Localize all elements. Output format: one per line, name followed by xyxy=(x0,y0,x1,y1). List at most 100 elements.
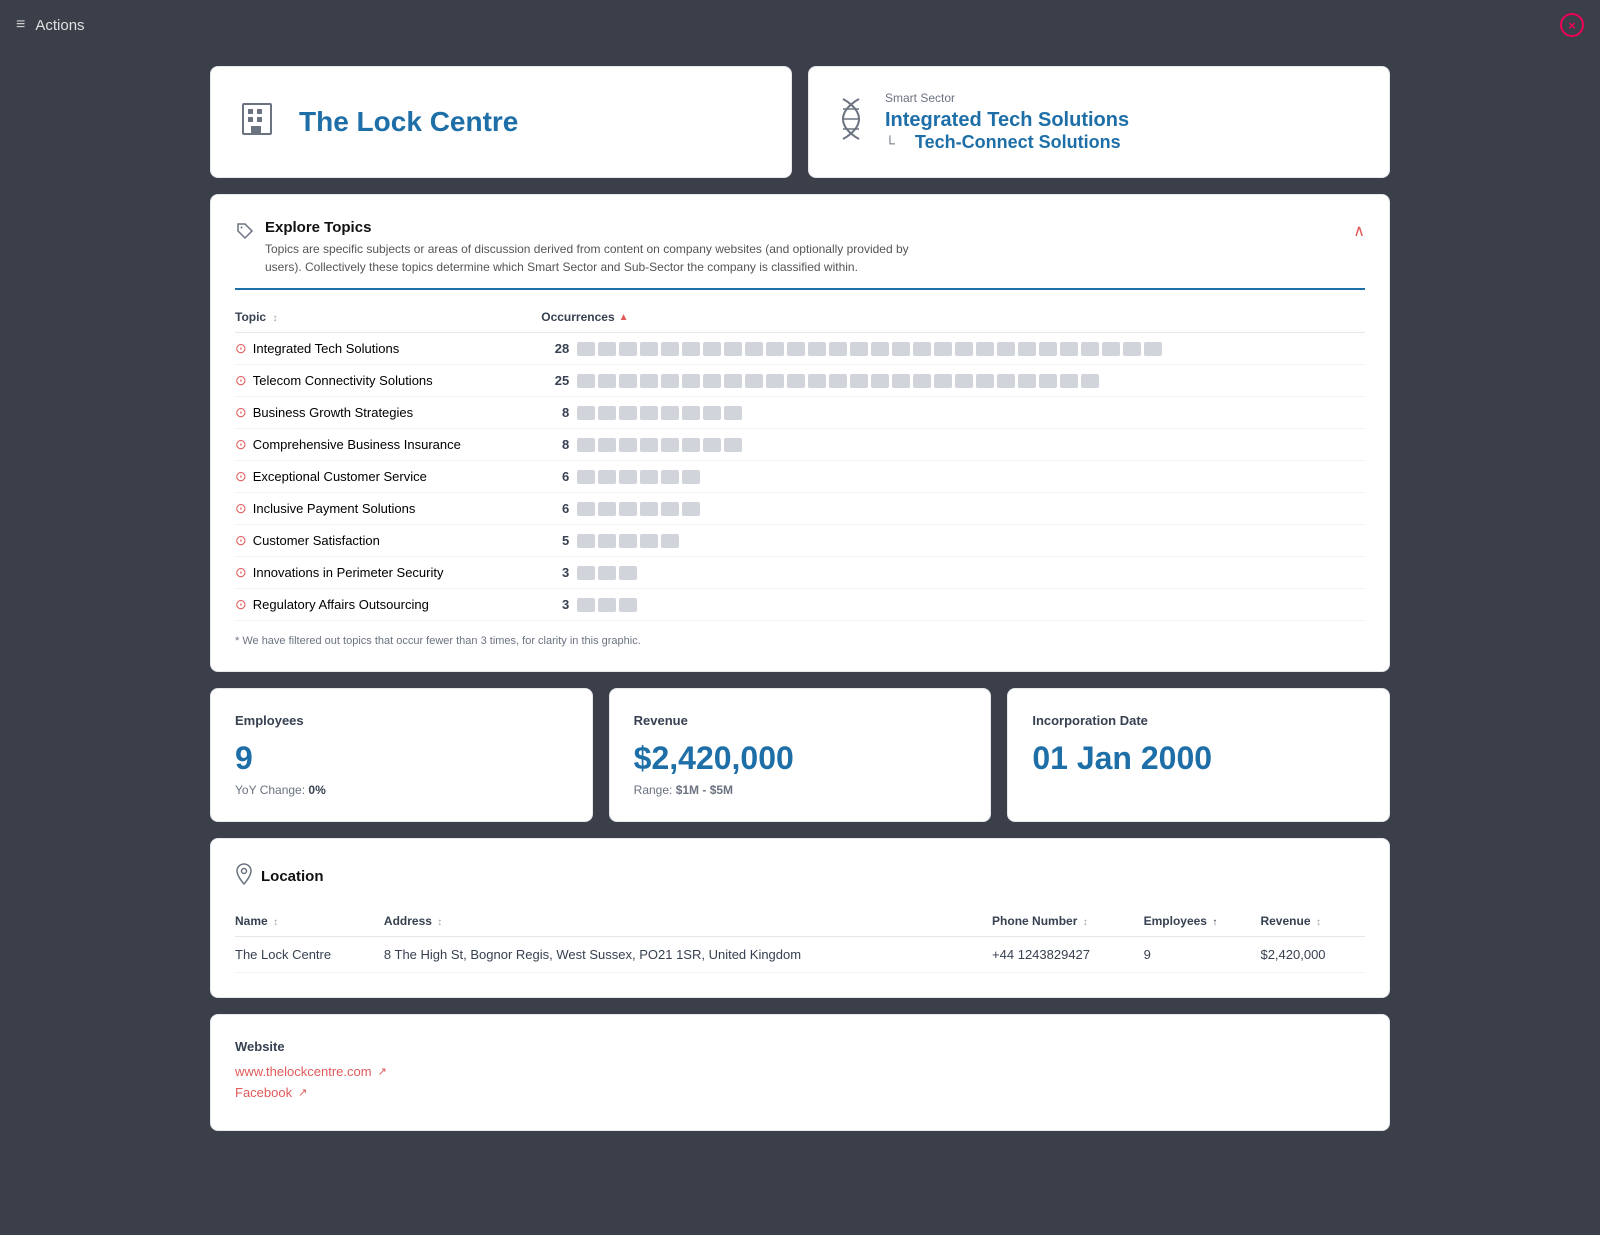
occ-number: 8 xyxy=(541,405,569,420)
bar-segment xyxy=(871,342,889,356)
bar-segment xyxy=(892,374,910,388)
bar-segment xyxy=(577,342,595,356)
table-row: ⊙ Regulatory Affairs Outsourcing 3 xyxy=(235,589,1365,621)
bar-segment xyxy=(598,342,616,356)
table-row: ⊙ Exceptional Customer Service 6 xyxy=(235,461,1365,493)
occurrences-col-header[interactable]: Occurrences ▲ xyxy=(541,302,1365,333)
bar-segment xyxy=(850,374,868,388)
header-row: The Lock Centre Smart Sector Integrated … xyxy=(210,66,1390,178)
website-links: www.thelockcentre.com ↗ Facebook ↗ xyxy=(235,1064,1365,1100)
table-row: ⊙ Telecom Connectivity Solutions 25 xyxy=(235,365,1365,397)
bar-segment xyxy=(1123,342,1141,356)
bar-segment xyxy=(598,566,616,580)
dna-icon xyxy=(833,95,869,152)
bar-segment xyxy=(787,342,805,356)
company-name: The Lock Centre xyxy=(299,106,518,138)
bar-segment xyxy=(997,342,1015,356)
occ-cell: 28 xyxy=(541,341,1357,356)
smart-sector-label: Smart Sector xyxy=(885,91,1129,105)
website-link[interactable]: Facebook ↗ xyxy=(235,1085,1365,1100)
building-icon xyxy=(235,96,279,149)
bar-container xyxy=(577,534,679,548)
bar-segment xyxy=(619,342,637,356)
employees-label: Employees xyxy=(235,713,568,728)
bar-segment xyxy=(934,342,952,356)
actions-label: Actions xyxy=(35,17,84,34)
bar-segment xyxy=(997,374,1015,388)
bar-segment xyxy=(661,406,679,420)
occ-number: 3 xyxy=(541,597,569,612)
bar-segment xyxy=(829,374,847,388)
location-table: Name ↕ Address ↕ Phone Number ↕ Employee… xyxy=(235,906,1365,973)
bar-segment xyxy=(598,438,616,452)
bar-segment xyxy=(871,374,889,388)
bar-segment xyxy=(955,342,973,356)
bar-segment xyxy=(1018,374,1036,388)
topic-row-icon: ⊙ xyxy=(235,404,247,421)
loc-col-revenue[interactable]: Revenue ↕ xyxy=(1260,906,1365,937)
bar-segment xyxy=(619,438,637,452)
topics-header: Explore Topics Topics are specific subje… xyxy=(235,219,1365,276)
topic-row-icon: ⊙ xyxy=(235,372,247,389)
top-bar-left: ≡ Actions xyxy=(16,16,85,34)
bar-segment xyxy=(1018,342,1036,356)
bar-segment xyxy=(724,438,742,452)
bar-segment xyxy=(724,342,742,356)
bar-segment xyxy=(640,438,658,452)
bar-segment xyxy=(808,342,826,356)
bar-segment xyxy=(787,374,805,388)
employees-sub: YoY Change: 0% xyxy=(235,783,568,797)
link-label: www.thelockcentre.com xyxy=(235,1064,372,1079)
loc-col-employees[interactable]: Employees ↑ xyxy=(1144,906,1261,937)
bar-segment xyxy=(913,374,931,388)
bar-segment xyxy=(577,566,595,580)
occ-number: 8 xyxy=(541,437,569,452)
bar-segment xyxy=(682,438,700,452)
bar-segment xyxy=(577,598,595,612)
bar-segment xyxy=(682,470,700,484)
bar-container xyxy=(577,374,1099,388)
tag-icon xyxy=(235,221,255,247)
topics-table: Topic ↕ Occurrences ▲ ⊙ Integrated Tech … xyxy=(235,302,1365,621)
table-row: ⊙ Innovations in Perimeter Security 3 xyxy=(235,557,1365,589)
occ-cell: 5 xyxy=(541,533,1357,548)
bar-segment xyxy=(682,374,700,388)
bar-segment xyxy=(640,470,658,484)
close-button[interactable]: × xyxy=(1560,13,1584,37)
website-title: Website xyxy=(235,1039,1365,1054)
bar-segment xyxy=(661,470,679,484)
bar-segment xyxy=(577,374,595,388)
revenue-range: Range: $1M - $5M xyxy=(634,783,967,797)
bar-segment xyxy=(1081,342,1099,356)
topic-row-icon: ⊙ xyxy=(235,340,247,357)
revenue-label: Revenue xyxy=(634,713,967,728)
bar-segment xyxy=(850,342,868,356)
loc-col-phone[interactable]: Phone Number ↕ xyxy=(992,906,1144,937)
website-link[interactable]: www.thelockcentre.com ↗ xyxy=(235,1064,1365,1079)
topic-name-cell: ⊙ Exceptional Customer Service xyxy=(235,468,533,485)
bar-segment xyxy=(934,374,952,388)
occ-cell: 8 xyxy=(541,437,1357,452)
bar-segment xyxy=(1060,342,1078,356)
loc-col-address[interactable]: Address ↕ xyxy=(384,906,992,937)
incorporation-card: Incorporation Date 01 Jan 2000 xyxy=(1007,688,1390,822)
bar-segment xyxy=(892,342,910,356)
topic-col-header[interactable]: Topic ↕ xyxy=(235,302,541,333)
occ-number: 6 xyxy=(541,501,569,516)
collapse-button[interactable]: ∧ xyxy=(1353,221,1365,241)
topics-footer-note: * We have filtered out topics that occur… xyxy=(235,635,1365,647)
topics-card: Explore Topics Topics are specific subje… xyxy=(210,194,1390,672)
topic-row-icon: ⊙ xyxy=(235,468,247,485)
revenue-value: $2,420,000 xyxy=(634,740,967,777)
bar-segment xyxy=(724,406,742,420)
stats-row: Employees 9 YoY Change: 0% Revenue $2,42… xyxy=(210,688,1390,822)
loc-col-name[interactable]: Name ↕ xyxy=(235,906,384,937)
hamburger-icon[interactable]: ≡ xyxy=(16,16,25,34)
occ-cell: 6 xyxy=(541,501,1357,516)
external-link-icon: ↗ xyxy=(378,1065,387,1078)
topic-name-cell: ⊙ Innovations in Perimeter Security xyxy=(235,564,533,581)
bar-segment xyxy=(619,406,637,420)
bar-segment xyxy=(1102,342,1120,356)
bar-segment xyxy=(598,470,616,484)
bar-container xyxy=(577,438,742,452)
